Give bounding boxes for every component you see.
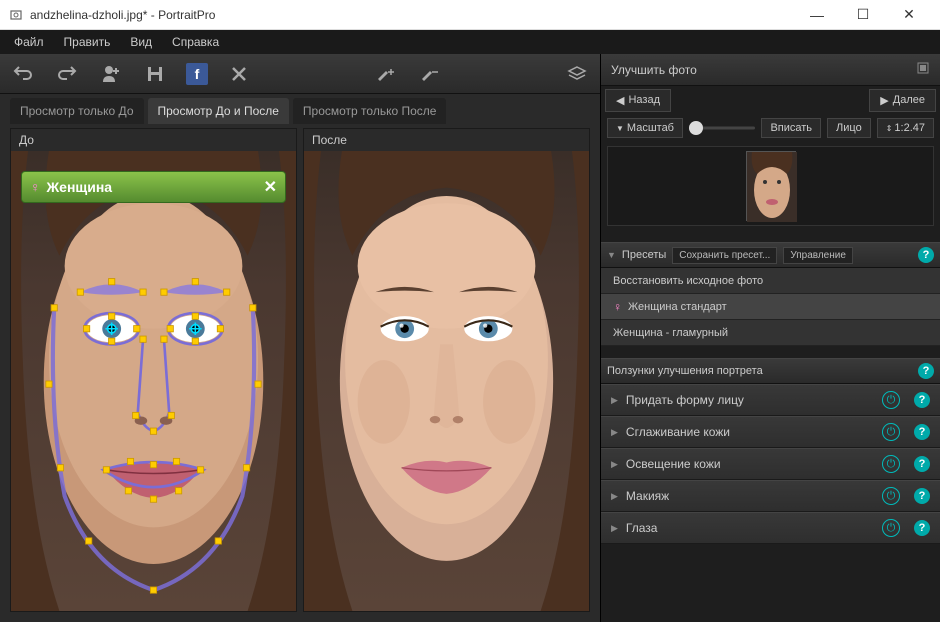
image-area: До bbox=[0, 128, 600, 622]
right-panel: Улучшить фото ◀Назад ▶Далее ▼Масштаб Впи… bbox=[600, 54, 940, 622]
preset-list: Восстановить исходное фото ♀ Женщина ста… bbox=[601, 268, 940, 346]
power-icon[interactable]: ⏻ bbox=[882, 455, 900, 473]
chevron-right-icon: ▶ bbox=[611, 491, 618, 502]
tab-before-only[interactable]: Просмотр только До bbox=[10, 98, 144, 124]
sliders-title: Ползунки улучшения портрета bbox=[607, 365, 763, 377]
slider-makeup[interactable]: ▶ Макияж ⏻ ? bbox=[601, 480, 940, 512]
preset-item-woman-glamour[interactable]: Женщина - гламурный bbox=[601, 320, 940, 346]
enhance-header: Улучшить фото bbox=[601, 54, 940, 86]
slider-skin-lighting[interactable]: ▶ Освещение кожи ⏻ ? bbox=[601, 448, 940, 480]
close-button[interactable]: ✕ bbox=[886, 0, 932, 30]
female-icon: ♀ bbox=[30, 179, 41, 195]
fit-button[interactable]: Вписать bbox=[761, 118, 821, 138]
chevron-right-icon: ▶ bbox=[880, 94, 888, 107]
help-icon[interactable]: ? bbox=[918, 363, 934, 379]
zoom-thumb[interactable] bbox=[689, 121, 703, 135]
menubar: Файл Править Вид Справка bbox=[0, 30, 940, 54]
save-preset-button[interactable]: Сохранить пресет... bbox=[672, 247, 777, 264]
help-icon[interactable]: ? bbox=[914, 424, 930, 440]
help-icon[interactable]: ? bbox=[914, 520, 930, 536]
slider-sections: ▶ Придать форму лицу ⏻ ? ▶ Сглаживание к… bbox=[601, 384, 940, 622]
brush-remove-button[interactable] bbox=[417, 61, 443, 87]
tab-before-after[interactable]: Просмотр До и После bbox=[148, 98, 289, 124]
brush-add-button[interactable] bbox=[373, 61, 399, 87]
slider-eyes[interactable]: ▶ Глаза ⏻ ? bbox=[601, 512, 940, 544]
thumbnail-face bbox=[746, 151, 796, 221]
face-button[interactable]: Лицо bbox=[827, 118, 871, 138]
gender-tag-close[interactable]: ✕ bbox=[264, 177, 277, 197]
delete-button[interactable] bbox=[226, 61, 252, 87]
help-icon[interactable]: ? bbox=[914, 392, 930, 408]
add-person-button[interactable] bbox=[98, 61, 124, 87]
menu-file[interactable]: Файл bbox=[4, 31, 54, 53]
chevron-right-icon: ▶ bbox=[611, 523, 618, 534]
after-pane: После bbox=[303, 128, 590, 612]
preset-item-woman-standard[interactable]: ♀ Женщина стандарт bbox=[601, 294, 940, 320]
nav-row: ◀Назад ▶Далее bbox=[601, 86, 940, 114]
save-button[interactable] bbox=[142, 61, 168, 87]
chevron-right-icon: ▶ bbox=[611, 395, 618, 406]
chevron-right-icon: ▶ bbox=[611, 427, 618, 438]
presets-header[interactable]: ▼ Пресеты Сохранить пресет... Управление… bbox=[601, 242, 940, 268]
zoom-value: ⇕1:2.47 bbox=[877, 118, 934, 138]
before-label: До bbox=[11, 129, 296, 151]
left-panel: f Просмотр только До Просмотр До и После… bbox=[0, 54, 600, 622]
slider-skin-smoothing[interactable]: ▶ Сглаживание кожи ⏻ ? bbox=[601, 416, 940, 448]
gender-tag: ♀ Женщина ✕ bbox=[21, 171, 286, 203]
power-icon[interactable]: ⏻ bbox=[882, 487, 900, 505]
maximize-button[interactable]: ☐ bbox=[840, 0, 886, 30]
menu-edit[interactable]: Править bbox=[54, 31, 121, 53]
face-after-svg bbox=[304, 151, 589, 611]
help-icon[interactable]: ? bbox=[914, 456, 930, 472]
power-icon[interactable]: ⏻ bbox=[882, 519, 900, 537]
help-icon[interactable]: ? bbox=[918, 247, 934, 263]
after-label: После bbox=[304, 129, 589, 151]
manage-presets-button[interactable]: Управление bbox=[783, 247, 853, 264]
titlebar: andzhelina-dzholi.jpg* - PortraitPro — ☐… bbox=[0, 0, 940, 30]
settings-icon[interactable] bbox=[916, 61, 930, 78]
window-title: andzhelina-dzholi.jpg* - PortraitPro bbox=[30, 8, 794, 22]
chevron-left-icon: ◀ bbox=[616, 94, 624, 107]
gender-label: Женщина bbox=[47, 179, 113, 195]
after-canvas[interactable] bbox=[304, 151, 589, 611]
preset-item-restore[interactable]: Восстановить исходное фото bbox=[601, 268, 940, 294]
facebook-button[interactable]: f bbox=[186, 63, 208, 85]
toolbar: f bbox=[0, 54, 600, 94]
navigator-thumbnail[interactable] bbox=[607, 146, 934, 226]
chevron-down-icon: ▼ bbox=[607, 250, 616, 260]
next-button[interactable]: ▶Далее bbox=[869, 89, 936, 112]
zoom-label: ▼Масштаб bbox=[607, 118, 683, 138]
app-icon bbox=[8, 7, 24, 23]
chevron-right-icon: ▶ bbox=[611, 459, 618, 470]
before-pane: До bbox=[10, 128, 297, 612]
layers-button[interactable] bbox=[564, 61, 590, 87]
sliders-header: Ползунки улучшения портрета ? bbox=[601, 358, 940, 384]
back-button[interactable]: ◀Назад bbox=[605, 89, 671, 112]
menu-view[interactable]: Вид bbox=[120, 31, 162, 53]
enhance-title: Улучшить фото bbox=[611, 63, 697, 77]
undo-button[interactable] bbox=[10, 61, 36, 87]
zoom-row: ▼Масштаб Вписать Лицо ⇕1:2.47 bbox=[601, 114, 940, 142]
view-tabs: Просмотр только До Просмотр До и После П… bbox=[0, 94, 600, 128]
minimize-button[interactable]: — bbox=[794, 0, 840, 30]
presets-title: Пресеты bbox=[622, 249, 666, 261]
redo-button[interactable] bbox=[54, 61, 80, 87]
slider-face-shape[interactable]: ▶ Придать форму лицу ⏻ ? bbox=[601, 384, 940, 416]
before-canvas[interactable]: ♀ Женщина ✕ bbox=[11, 151, 296, 611]
face-before-svg bbox=[11, 151, 296, 611]
female-icon: ♀ bbox=[613, 300, 622, 314]
help-icon[interactable]: ? bbox=[914, 488, 930, 504]
menu-help[interactable]: Справка bbox=[162, 31, 229, 53]
window-controls: — ☐ ✕ bbox=[794, 0, 932, 30]
power-icon[interactable]: ⏻ bbox=[882, 391, 900, 409]
power-icon[interactable]: ⏻ bbox=[882, 423, 900, 441]
tab-after-only[interactable]: Просмотр только После bbox=[293, 98, 447, 124]
zoom-slider[interactable] bbox=[689, 119, 755, 137]
